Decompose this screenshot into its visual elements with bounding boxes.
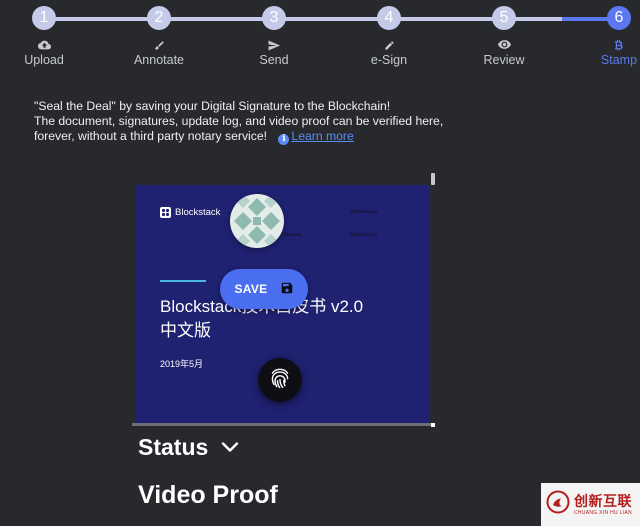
step-label: e-Sign: [370, 53, 408, 67]
chevron-down-icon[interactable]: [221, 440, 239, 458]
step-e-sign[interactable]: 4 e-Sign: [339, 6, 439, 67]
step-review[interactable]: 5 Review: [454, 6, 554, 67]
preview-scrollbar-thumb[interactable]: [431, 173, 435, 185]
eye-icon: [454, 40, 554, 52]
document-logo: Blockstack: [160, 207, 220, 218]
document-title-line: 中文版: [160, 321, 211, 340]
floppy-disk-icon: [280, 281, 294, 298]
stepper: 1 Upload 2 Annotate 3 Send 4 e-Sign 5 Re…: [0, 0, 640, 80]
save-button[interactable]: SAVE: [220, 269, 308, 309]
step-number: 2: [147, 6, 171, 30]
intro-line: The document, signatures, update log, an…: [34, 114, 444, 128]
send-icon: [224, 40, 324, 52]
step-number: 3: [262, 6, 286, 30]
document-accent-rule: [160, 280, 206, 282]
pencil-icon: [339, 40, 439, 52]
signature-field[interactable]: Blockstack: [350, 209, 378, 215]
watermark-subtext: CHUANG XIN HU LIAN: [574, 509, 632, 516]
fingerprint-icon: [267, 365, 293, 396]
intro-text: "Seal the Deal" by saving your Digital S…: [34, 99, 454, 145]
step-label: Annotate: [133, 53, 185, 67]
brush-icon: [109, 40, 209, 52]
status-heading: Status: [138, 434, 209, 460]
step-number: 6: [607, 6, 631, 30]
status-section-toggle[interactable]: Status: [138, 434, 239, 461]
step-label: Stamp: [600, 53, 638, 67]
step-label: Send: [259, 53, 289, 67]
step-number: 4: [377, 6, 401, 30]
watermark-logo-icon: [546, 490, 570, 519]
learn-more-link[interactable]: Learn more: [291, 129, 353, 143]
signature-field[interactable]: [Name]: [282, 232, 301, 238]
watermark: 创新互联 CHUANG XIN HU LIAN: [541, 483, 640, 526]
step-label: Upload: [24, 53, 64, 67]
avatar[interactable]: [230, 194, 284, 248]
save-button-label: SAVE: [234, 282, 268, 296]
watermark-text: 创新互联: [574, 492, 632, 509]
step-send[interactable]: 3 Send: [224, 6, 324, 67]
intro-line: "Seal the Deal" by saving your Digital S…: [34, 99, 391, 113]
signature-field[interactable]: Blockstack: [350, 232, 378, 238]
fingerprint-button[interactable]: [258, 358, 302, 402]
step-label: Review: [483, 53, 525, 67]
bitcoin-icon: [569, 40, 640, 52]
blockstack-logo-icon: [160, 207, 171, 218]
resize-handle[interactable]: [431, 423, 435, 427]
info-icon[interactable]: i: [278, 134, 290, 145]
preview-scrollbar[interactable]: [430, 173, 436, 426]
step-stamp[interactable]: 6 Stamp: [569, 6, 640, 67]
step-number: 1: [32, 6, 56, 30]
document-logo-text: Blockstack: [175, 207, 221, 218]
cloud-upload-icon: [0, 40, 94, 52]
step-number: 5: [492, 6, 516, 30]
preview-divider: [132, 423, 432, 426]
document-date: 2019年5月: [160, 359, 204, 369]
intro-line: forever, without a third party notary se…: [34, 129, 268, 143]
video-proof-heading: Video Proof: [138, 481, 278, 509]
step-upload[interactable]: 1 Upload: [0, 6, 94, 67]
identicon-icon: [230, 194, 284, 248]
intro-line-with-link: forever, without a third party notary se…: [34, 129, 454, 145]
step-annotate[interactable]: 2 Annotate: [109, 6, 209, 67]
